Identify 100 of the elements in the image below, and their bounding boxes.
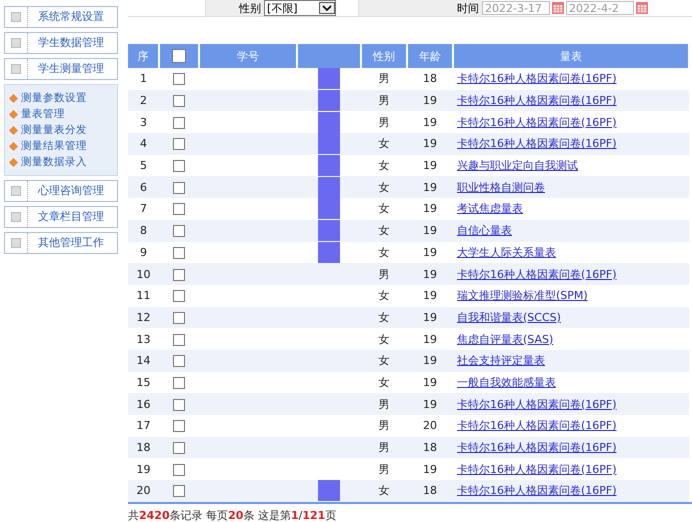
sidebar-section-header[interactable]: 心理咨询管理: [4, 180, 118, 202]
field-label: 时间: [457, 0, 479, 16]
row-checkbox[interactable]: [173, 464, 185, 476]
sidebar-section-header[interactable]: 学生数据管理: [4, 32, 118, 54]
gender-select[interactable]: [不限]: [264, 0, 336, 16]
table-cell: 19: [128, 458, 159, 480]
table-cell: 男: [361, 263, 407, 285]
column-header: 学号: [199, 44, 297, 68]
submenu-item[interactable]: 量表管理: [9, 107, 113, 121]
row-checkbox[interactable]: [173, 160, 185, 172]
date-field[interactable]: 2022-3-17: [482, 1, 550, 15]
table-cell: 5: [128, 154, 159, 176]
table-cell: 19: [407, 393, 453, 415]
submenu-item[interactable]: 测量参数设置: [9, 91, 113, 105]
table-cell: 19: [407, 133, 453, 155]
date-field[interactable]: 2022-4-2: [566, 1, 634, 15]
row-checkbox[interactable]: [173, 376, 185, 389]
pagination-info: 共2420条记录 每页20条 这是第1/121页: [128, 502, 692, 522]
row-checkbox[interactable]: [173, 355, 185, 368]
row-checkbox[interactable]: [173, 485, 185, 498]
table-cell: 18: [128, 436, 159, 458]
table-cell: 19: [407, 263, 453, 285]
scale-link[interactable]: 焦虑自评量表(SAS): [457, 332, 554, 346]
table-cell: 2: [128, 90, 159, 112]
row-checkbox[interactable]: [173, 203, 185, 216]
sidebar-section-header[interactable]: 文章栏目管理: [4, 206, 118, 228]
field-label: 性别: [239, 0, 261, 16]
table-cell: 19: [407, 306, 453, 328]
submenu-item[interactable]: 测量数据录入: [9, 155, 113, 169]
table-cell: 9: [128, 242, 159, 264]
scale-link[interactable]: 兴趣与职业定向自我测试: [457, 159, 578, 172]
table-cell: 8: [128, 220, 159, 242]
row-checkbox[interactable]: [173, 225, 185, 238]
scale-link[interactable]: 卡特尔16种人格因素问卷(16PF): [457, 462, 617, 476]
table-cell: 17: [128, 415, 159, 437]
scale-link[interactable]: 考试焦虑量表: [457, 202, 523, 216]
table-cell: 19: [407, 154, 453, 176]
table-cell: 19: [407, 242, 453, 264]
table-cell: 男: [361, 436, 407, 458]
sidebar-section-header[interactable]: 系统常规设置: [4, 6, 118, 28]
row-checkbox[interactable]: [173, 398, 185, 411]
table-cell: 19: [407, 328, 453, 350]
row-checkbox[interactable]: [173, 116, 185, 129]
table-cell: 16: [128, 393, 159, 415]
row-checkbox[interactable]: [173, 95, 185, 108]
table-cell: 20: [407, 415, 453, 437]
row-checkbox[interactable]: [173, 246, 185, 259]
scale-link[interactable]: 卡特尔16种人格因素问卷(16PF): [457, 116, 617, 129]
square-icon: [11, 12, 21, 22]
table-cell: 女: [361, 350, 407, 372]
sidebar-section-header[interactable]: 其他管理工作: [4, 232, 118, 254]
row-checkbox[interactable]: [173, 268, 185, 281]
scale-link[interactable]: 卡特尔16种人格因素问卷(16PF): [457, 72, 617, 86]
table-cell: 女: [361, 372, 407, 394]
scale-link[interactable]: 瑞文推理测验标准型(SPM): [457, 289, 588, 302]
row-checkbox[interactable]: [173, 73, 185, 86]
submenu-item[interactable]: 测量结果管理: [9, 139, 113, 153]
dropdown-icon: [319, 2, 335, 14]
sidebar-section-header[interactable]: 学生测量管理: [4, 58, 118, 80]
square-icon: [11, 212, 21, 222]
scale-link[interactable]: 自信心量表: [457, 224, 512, 238]
table-cell: 女: [361, 284, 407, 307]
row-checkbox[interactable]: [173, 138, 185, 150]
table-cell: 6: [128, 176, 159, 198]
scale-link[interactable]: 卡特尔16种人格因素问卷(16PF): [457, 419, 617, 432]
column-header: [297, 44, 361, 68]
column-header: 性别: [361, 44, 407, 68]
table-cell: 女: [361, 242, 407, 264]
row-checkbox[interactable]: [173, 442, 185, 454]
table-cell: 男: [361, 68, 407, 90]
table-cell: 18: [407, 480, 453, 502]
table-cell: 13: [128, 328, 159, 350]
table-cell: 女: [361, 306, 407, 328]
table-cell: 19: [407, 284, 453, 307]
table-cell: 男: [361, 111, 407, 134]
table-cell: 女: [361, 328, 407, 350]
table-cell: 女: [361, 154, 407, 176]
table-cell: 女: [361, 198, 407, 220]
row-checkbox[interactable]: [173, 420, 185, 432]
scale-link[interactable]: 大学生人际关系量表: [457, 246, 556, 259]
table-cell: 19: [407, 372, 453, 394]
table-cell: 19: [407, 176, 453, 198]
square-icon: [11, 186, 21, 196]
table-cell: 11: [128, 284, 159, 307]
scale-link[interactable]: 一般自我效能感量表: [457, 376, 556, 389]
table-cell: 男: [361, 415, 407, 437]
row-checkbox[interactable]: [173, 290, 185, 302]
table-cell: 女: [361, 133, 407, 155]
row-checkbox[interactable]: [173, 182, 185, 194]
table-cell: 10: [128, 263, 159, 285]
row-checkbox[interactable]: [173, 334, 185, 346]
table-cell: 男: [361, 393, 407, 415]
square-icon: [11, 64, 21, 74]
table-cell: 3: [128, 111, 159, 134]
submenu-item[interactable]: 测量量表分发: [9, 123, 113, 137]
table-cell: 19: [407, 90, 453, 112]
square-icon: [11, 238, 21, 248]
table-cell: 男: [361, 90, 407, 112]
row-checkbox[interactable]: [173, 312, 185, 324]
select-all-checkbox[interactable]: [172, 49, 186, 63]
